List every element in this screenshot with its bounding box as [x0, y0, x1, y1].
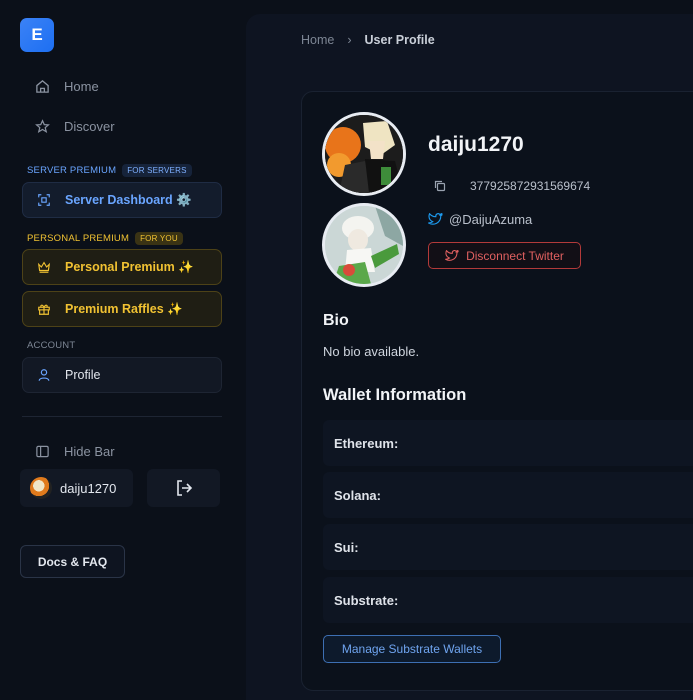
bio-text: No bio available.	[323, 344, 420, 359]
disconnect-twitter-button[interactable]: Disconnect Twitter	[428, 242, 581, 269]
twitter-icon	[445, 249, 459, 261]
app-logo[interactable]: E	[20, 18, 54, 52]
breadcrumb-current: User Profile	[364, 33, 435, 47]
wallet-row-substrate: Substrate:	[323, 577, 693, 623]
account-section-label: ACCOUNT	[27, 340, 76, 351]
for-servers-badge: FOR SERVERS	[122, 164, 192, 177]
crown-icon	[37, 261, 51, 273]
home-icon	[36, 79, 49, 93]
wallet-label: Solana:	[334, 487, 381, 503]
wallet-label: Ethereum:	[334, 435, 399, 451]
wallet-heading: Wallet Information	[323, 386, 467, 404]
avatar	[30, 477, 52, 499]
wallet-row-ethereum: Ethereum:	[323, 420, 693, 466]
sidebar-item-label: Home	[64, 78, 99, 94]
twitter-icon	[428, 213, 443, 225]
hide-bar-button[interactable]: Hide Bar	[22, 433, 222, 469]
manage-substrate-wallets-button[interactable]: Manage Substrate Wallets	[323, 635, 501, 663]
profile-user-id: 377925872931569674	[470, 179, 591, 193]
user-chip-name: daiju1270	[60, 480, 117, 496]
disconnect-twitter-label: Disconnect Twitter	[466, 248, 564, 263]
user-icon	[38, 369, 50, 381]
sidebar: E Home Discover SERVER PREMIUM FOR SERVE…	[0, 0, 240, 700]
sidebar-item-label: Discover	[64, 118, 115, 134]
server-dashboard-button[interactable]: Server Dashboard ⚙️	[22, 182, 222, 218]
premium-raffles-button[interactable]: Premium Raffles ✨	[22, 291, 222, 327]
wallet-label: Substrate:	[334, 592, 399, 608]
logout-button[interactable]	[147, 469, 220, 507]
docs-faq-button[interactable]: Docs & FAQ	[20, 545, 125, 578]
grid-scan-icon	[38, 194, 50, 206]
twitter-handle-row: @DaijuAzuma	[428, 212, 532, 227]
sidebar-divider	[22, 416, 222, 417]
wallet-row-sui: Sui:	[323, 524, 693, 570]
premium-raffles-label: Premium Raffles ✨	[65, 301, 183, 316]
bio-heading: Bio	[323, 312, 349, 329]
breadcrumb-home[interactable]: Home	[301, 33, 334, 47]
personal-premium-button[interactable]: Personal Premium ✨	[22, 249, 222, 285]
profile-label: Profile	[65, 368, 101, 382]
star-icon	[35, 118, 50, 133]
user-chip[interactable]: daiju1270	[20, 469, 133, 507]
for-you-badge: FOR YOU	[135, 232, 183, 245]
copy-icon[interactable]	[433, 179, 447, 193]
twitter-handle: @DaijuAzuma	[449, 212, 533, 227]
profile-avatar	[322, 112, 406, 196]
server-premium-label: SERVER PREMIUM FOR SERVERS	[27, 164, 192, 177]
sidebar-icon	[36, 445, 49, 457]
sidebar-item-home[interactable]: Home	[22, 68, 222, 104]
hide-bar-label: Hide Bar	[64, 443, 115, 459]
personal-premium-label: PERSONAL PREMIUM FOR YOU	[27, 232, 183, 245]
logout-icon	[176, 480, 192, 496]
sidebar-item-profile[interactable]: Profile	[22, 357, 222, 393]
wallet-label: Sui:	[334, 539, 359, 555]
profile-username: daiju1270	[428, 133, 524, 156]
breadcrumb: Home › User Profile	[301, 33, 435, 47]
gift-icon	[38, 304, 50, 315]
personal-premium-button-label: Personal Premium ✨	[65, 259, 194, 274]
twitter-avatar	[322, 203, 406, 287]
breadcrumb-separator: ›	[347, 33, 352, 47]
server-dashboard-label: Server Dashboard ⚙️	[65, 192, 192, 207]
sidebar-item-discover[interactable]: Discover	[22, 108, 222, 144]
wallet-row-solana: Solana:	[323, 472, 693, 518]
